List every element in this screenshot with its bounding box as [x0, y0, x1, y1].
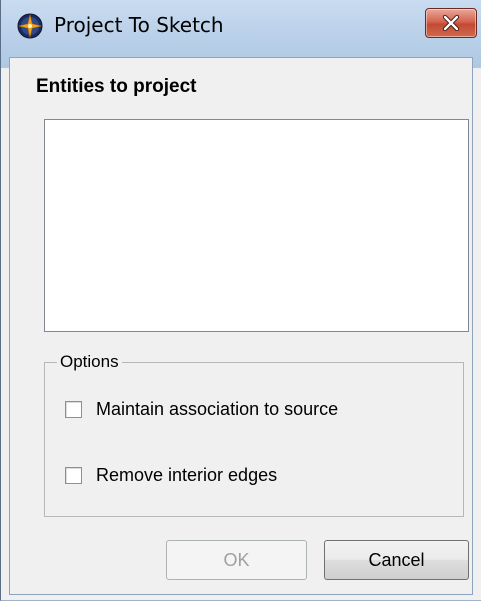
cancel-button[interactable]: Cancel: [324, 540, 469, 580]
options-legend: Options: [57, 351, 122, 373]
maintain-association-checkbox[interactable]: [65, 401, 82, 418]
maintain-association-option[interactable]: Maintain association to source: [65, 399, 338, 420]
window-title: Project To Sketch: [54, 13, 224, 37]
project-to-sketch-dialog: Project To Sketch Entities to project Op…: [0, 0, 481, 601]
entities-listbox[interactable]: [44, 119, 469, 332]
close-x-icon: [442, 15, 460, 31]
entities-heading: Entities to project: [36, 76, 197, 97]
close-button[interactable]: [425, 8, 477, 38]
options-groupbox: [44, 362, 464, 517]
remove-interior-edges-option[interactable]: Remove interior edges: [65, 465, 277, 486]
compass-star-icon: [17, 13, 43, 39]
remove-interior-edges-checkbox[interactable]: [65, 467, 82, 484]
ok-button[interactable]: OK: [166, 540, 307, 580]
maintain-association-label: Maintain association to source: [96, 399, 339, 419]
remove-interior-edges-label: Remove interior edges: [96, 465, 278, 485]
